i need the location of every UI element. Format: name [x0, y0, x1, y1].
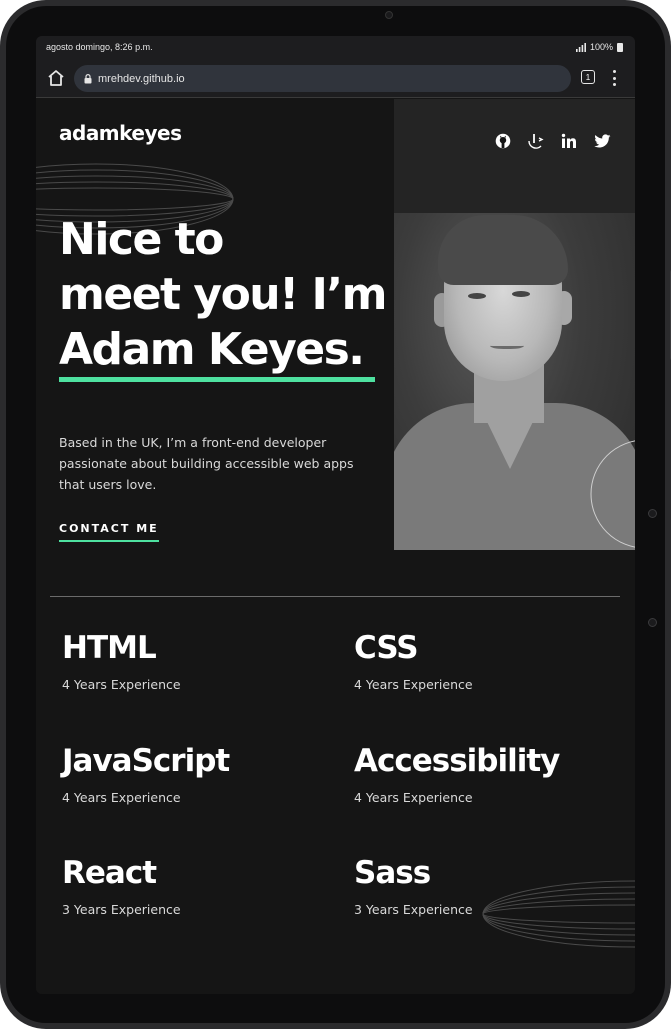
status-bar: agosto domingo, 8:26 p.m. 100% — [36, 36, 635, 58]
hero-heading: Nice to meet you! I’m Adam Keyes. — [59, 212, 387, 377]
skill-accessibility: Accessibility 4 Years Experience — [354, 742, 560, 805]
skill-sass: Sass 3 Years Experience — [354, 854, 473, 917]
twitter-icon[interactable] — [592, 131, 612, 151]
status-time: agosto domingo, 8:26 p.m. — [46, 42, 153, 52]
skill-html: HTML 4 Years Experience — [62, 629, 181, 692]
skill-experience: 3 Years Experience — [62, 902, 181, 917]
battery-percent: 100% — [589, 42, 613, 52]
skill-javascript: JavaScript 4 Years Experience — [62, 742, 230, 805]
name-underline — [59, 377, 375, 382]
skill-name: CSS — [354, 630, 419, 666]
skill-react: React 3 Years Experience — [62, 854, 181, 917]
skill-name: JavaScript — [62, 743, 230, 779]
skill-experience: 4 Years Experience — [354, 677, 473, 692]
skill-name: Accessibility — [354, 743, 560, 779]
tablet-frame: agosto domingo, 8:26 p.m. 100% mrehdev.g… — [0, 0, 671, 1029]
rings-pattern-bottom — [482, 880, 635, 948]
circle-pattern — [590, 440, 635, 548]
skill-name: HTML — [62, 630, 157, 666]
hero-line-3: Adam Keyes. — [59, 324, 365, 375]
skill-name: Sass — [354, 855, 431, 891]
tab-switcher-button[interactable]: 1 — [581, 70, 595, 84]
browser-toolbar: mrehdev.github.io 1 — [36, 58, 635, 98]
home-icon[interactable] — [46, 68, 66, 88]
hero-line-2: meet you! I’m — [59, 269, 387, 320]
status-right: 100% — [575, 42, 623, 52]
skill-experience: 3 Years Experience — [354, 902, 473, 917]
screen: agosto domingo, 8:26 p.m. 100% mrehdev.g… — [36, 36, 635, 994]
address-bar[interactable]: mrehdev.github.io — [74, 65, 571, 92]
frontend-mentor-icon[interactable] — [526, 131, 546, 151]
intro-text: Based in the UK, I’m a front-end develop… — [59, 435, 354, 492]
web-page: adamkeyes Nice to meet you! I’m Adam Key… — [36, 99, 635, 994]
lock-icon — [84, 73, 92, 84]
contact-me-link[interactable]: CONTACT ME — [59, 522, 159, 542]
site-logo[interactable]: adamkeyes — [59, 121, 182, 145]
skill-experience: 4 Years Experience — [62, 790, 181, 805]
front-camera — [385, 11, 393, 19]
hero-line-1: Nice to — [59, 214, 224, 265]
skill-experience: 4 Years Experience — [354, 790, 473, 805]
battery-icon — [617, 42, 623, 52]
skill-css: CSS 4 Years Experience — [354, 629, 473, 692]
signal-icon — [575, 42, 586, 52]
skill-name: React — [62, 855, 157, 891]
section-divider — [50, 596, 620, 597]
sensor-dot — [648, 509, 657, 518]
linkedin-icon[interactable] — [559, 131, 579, 151]
skill-experience: 4 Years Experience — [62, 677, 181, 692]
browser-menu-icon[interactable] — [609, 69, 619, 87]
sensor-dot-2 — [648, 618, 657, 627]
url-text: mrehdev.github.io — [98, 72, 185, 85]
github-icon[interactable] — [493, 131, 513, 151]
